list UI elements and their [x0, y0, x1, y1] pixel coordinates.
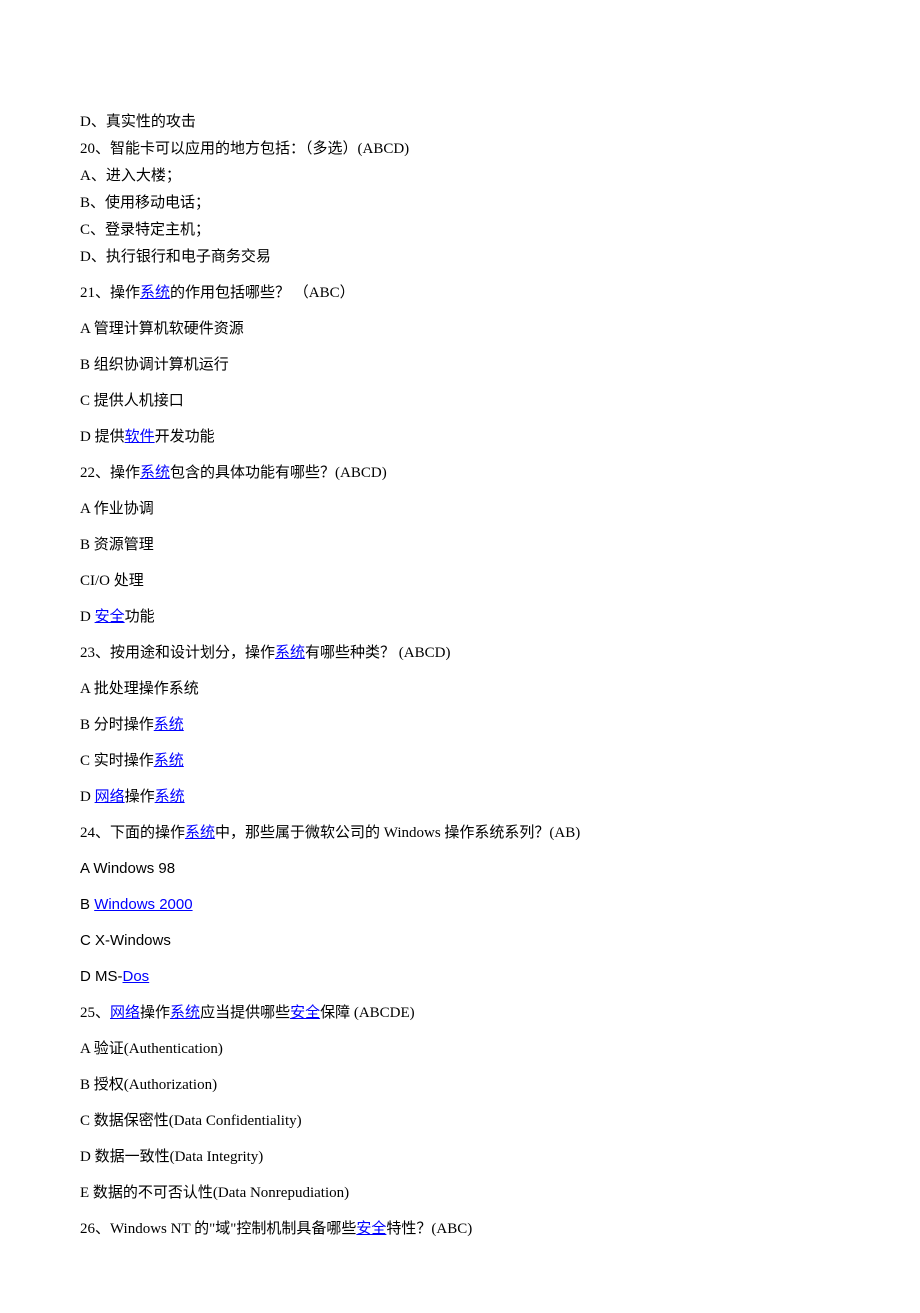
question-25: 25、网络操作系统应当提供哪些安全保障 (ABCDE): [80, 1001, 840, 1025]
option-20c: C、登录特定主机；: [80, 218, 840, 242]
question-22: 22、操作系统包含的具体功能有哪些？(ABCD): [80, 461, 840, 485]
opt23d-mid: 操作: [125, 789, 155, 805]
link-security-1[interactable]: 安全: [95, 609, 125, 625]
link-windows-2000[interactable]: Windows 2000: [94, 896, 192, 913]
option-24d: D MS-Dos: [80, 965, 840, 989]
link-system-7[interactable]: 系统: [185, 825, 215, 841]
option-21d: D 提供软件开发功能: [80, 425, 840, 449]
link-dos[interactable]: Dos: [123, 968, 150, 985]
q22-suffix: 包含的具体功能有哪些？(ABCD): [170, 465, 387, 481]
option-23b: B 分时操作系统: [80, 713, 840, 737]
q25-prefix: 25、: [80, 1005, 110, 1021]
q23-prefix: 23、按用途和设计划分，操作: [80, 645, 275, 661]
link-security-3[interactable]: 安全: [356, 1221, 386, 1237]
opt24d-prefix: D MS-: [80, 968, 123, 985]
option-20a: A、进入大楼；: [80, 164, 840, 188]
question-24: 24、下面的操作系统中，那些属于微软公司的 Windows 操作系统系列？(AB…: [80, 821, 840, 845]
option-22a: A 作业协调: [80, 497, 840, 521]
q23-suffix: 有哪些种类？ (ABCD): [305, 645, 450, 661]
link-system-5[interactable]: 系统: [154, 753, 184, 769]
link-software[interactable]: 软件: [125, 429, 155, 445]
opt22d-suffix: 功能: [125, 609, 155, 625]
q26-prefix: 26、Windows NT 的"域"控制机制具备哪些: [80, 1221, 356, 1237]
option-23c: C 实时操作系统: [80, 749, 840, 773]
option-23a: A 批处理操作系统: [80, 677, 840, 701]
opt23b-prefix: B 分时操作: [80, 717, 154, 733]
q25-mid2: 应当提供哪些: [200, 1005, 290, 1021]
option-22d: D 安全功能: [80, 605, 840, 629]
option-24c: C X-Windows: [80, 929, 840, 953]
opt23c-prefix: C 实时操作: [80, 753, 154, 769]
link-system-1[interactable]: 系统: [140, 285, 170, 301]
q25-mid1: 操作: [140, 1005, 170, 1021]
option-21b: B 组织协调计算机运行: [80, 353, 840, 377]
opt24b-prefix: B: [80, 896, 94, 913]
link-system-3[interactable]: 系统: [275, 645, 305, 661]
option-24a: A Windows 98: [80, 857, 840, 881]
link-security-2[interactable]: 安全: [290, 1005, 320, 1021]
opt21d-suffix: 开发功能: [155, 429, 215, 445]
q24-prefix: 24、下面的操作: [80, 825, 185, 841]
link-system-8[interactable]: 系统: [170, 1005, 200, 1021]
option-d-authenticity: D、真实性的攻击: [80, 110, 840, 134]
option-20d: D、执行银行和电子商务交易: [80, 245, 840, 269]
q25-suffix: 保障 (ABCDE): [320, 1005, 415, 1021]
link-network-1[interactable]: 网络: [95, 789, 125, 805]
opt23d-prefix: D: [80, 789, 95, 805]
question-26: 26、Windows NT 的"域"控制机制具备哪些安全特性？(ABC): [80, 1217, 840, 1241]
option-25a: A 验证(Authentication): [80, 1037, 840, 1061]
option-25b: B 授权(Authorization): [80, 1073, 840, 1097]
link-system-4[interactable]: 系统: [154, 717, 184, 733]
option-25e: E 数据的不可否认性(Data Nonrepudiation): [80, 1181, 840, 1205]
option-21c: C 提供人机接口: [80, 389, 840, 413]
link-system-2[interactable]: 系统: [140, 465, 170, 481]
q21-suffix: 的作用包括哪些？ （ABC）: [170, 285, 355, 301]
option-21a: A 管理计算机软硬件资源: [80, 317, 840, 341]
question-21: 21、操作系统的作用包括哪些？ （ABC）: [80, 281, 840, 305]
opt22d-prefix: D: [80, 609, 95, 625]
option-22c: CI/O 处理: [80, 569, 840, 593]
option-23d: D 网络操作系统: [80, 785, 840, 809]
option-25d: D 数据一致性(Data Integrity): [80, 1145, 840, 1169]
option-24b: B Windows 2000: [80, 893, 840, 917]
link-system-6[interactable]: 系统: [155, 789, 185, 805]
opt21d-prefix: D 提供: [80, 429, 125, 445]
q26-suffix: 特性？(ABC): [386, 1221, 472, 1237]
option-20b: B、使用移动电话；: [80, 191, 840, 215]
link-network-2[interactable]: 网络: [110, 1005, 140, 1021]
q22-prefix: 22、操作: [80, 465, 140, 481]
option-25c: C 数据保密性(Data Confidentiality): [80, 1109, 840, 1133]
option-22b: B 资源管理: [80, 533, 840, 557]
question-23: 23、按用途和设计划分，操作系统有哪些种类？ (ABCD): [80, 641, 840, 665]
q24-suffix: 中，那些属于微软公司的 Windows 操作系统系列？(AB): [215, 825, 580, 841]
q21-prefix: 21、操作: [80, 285, 140, 301]
question-20: 20、智能卡可以应用的地方包括：（多选）(ABCD): [80, 137, 840, 161]
